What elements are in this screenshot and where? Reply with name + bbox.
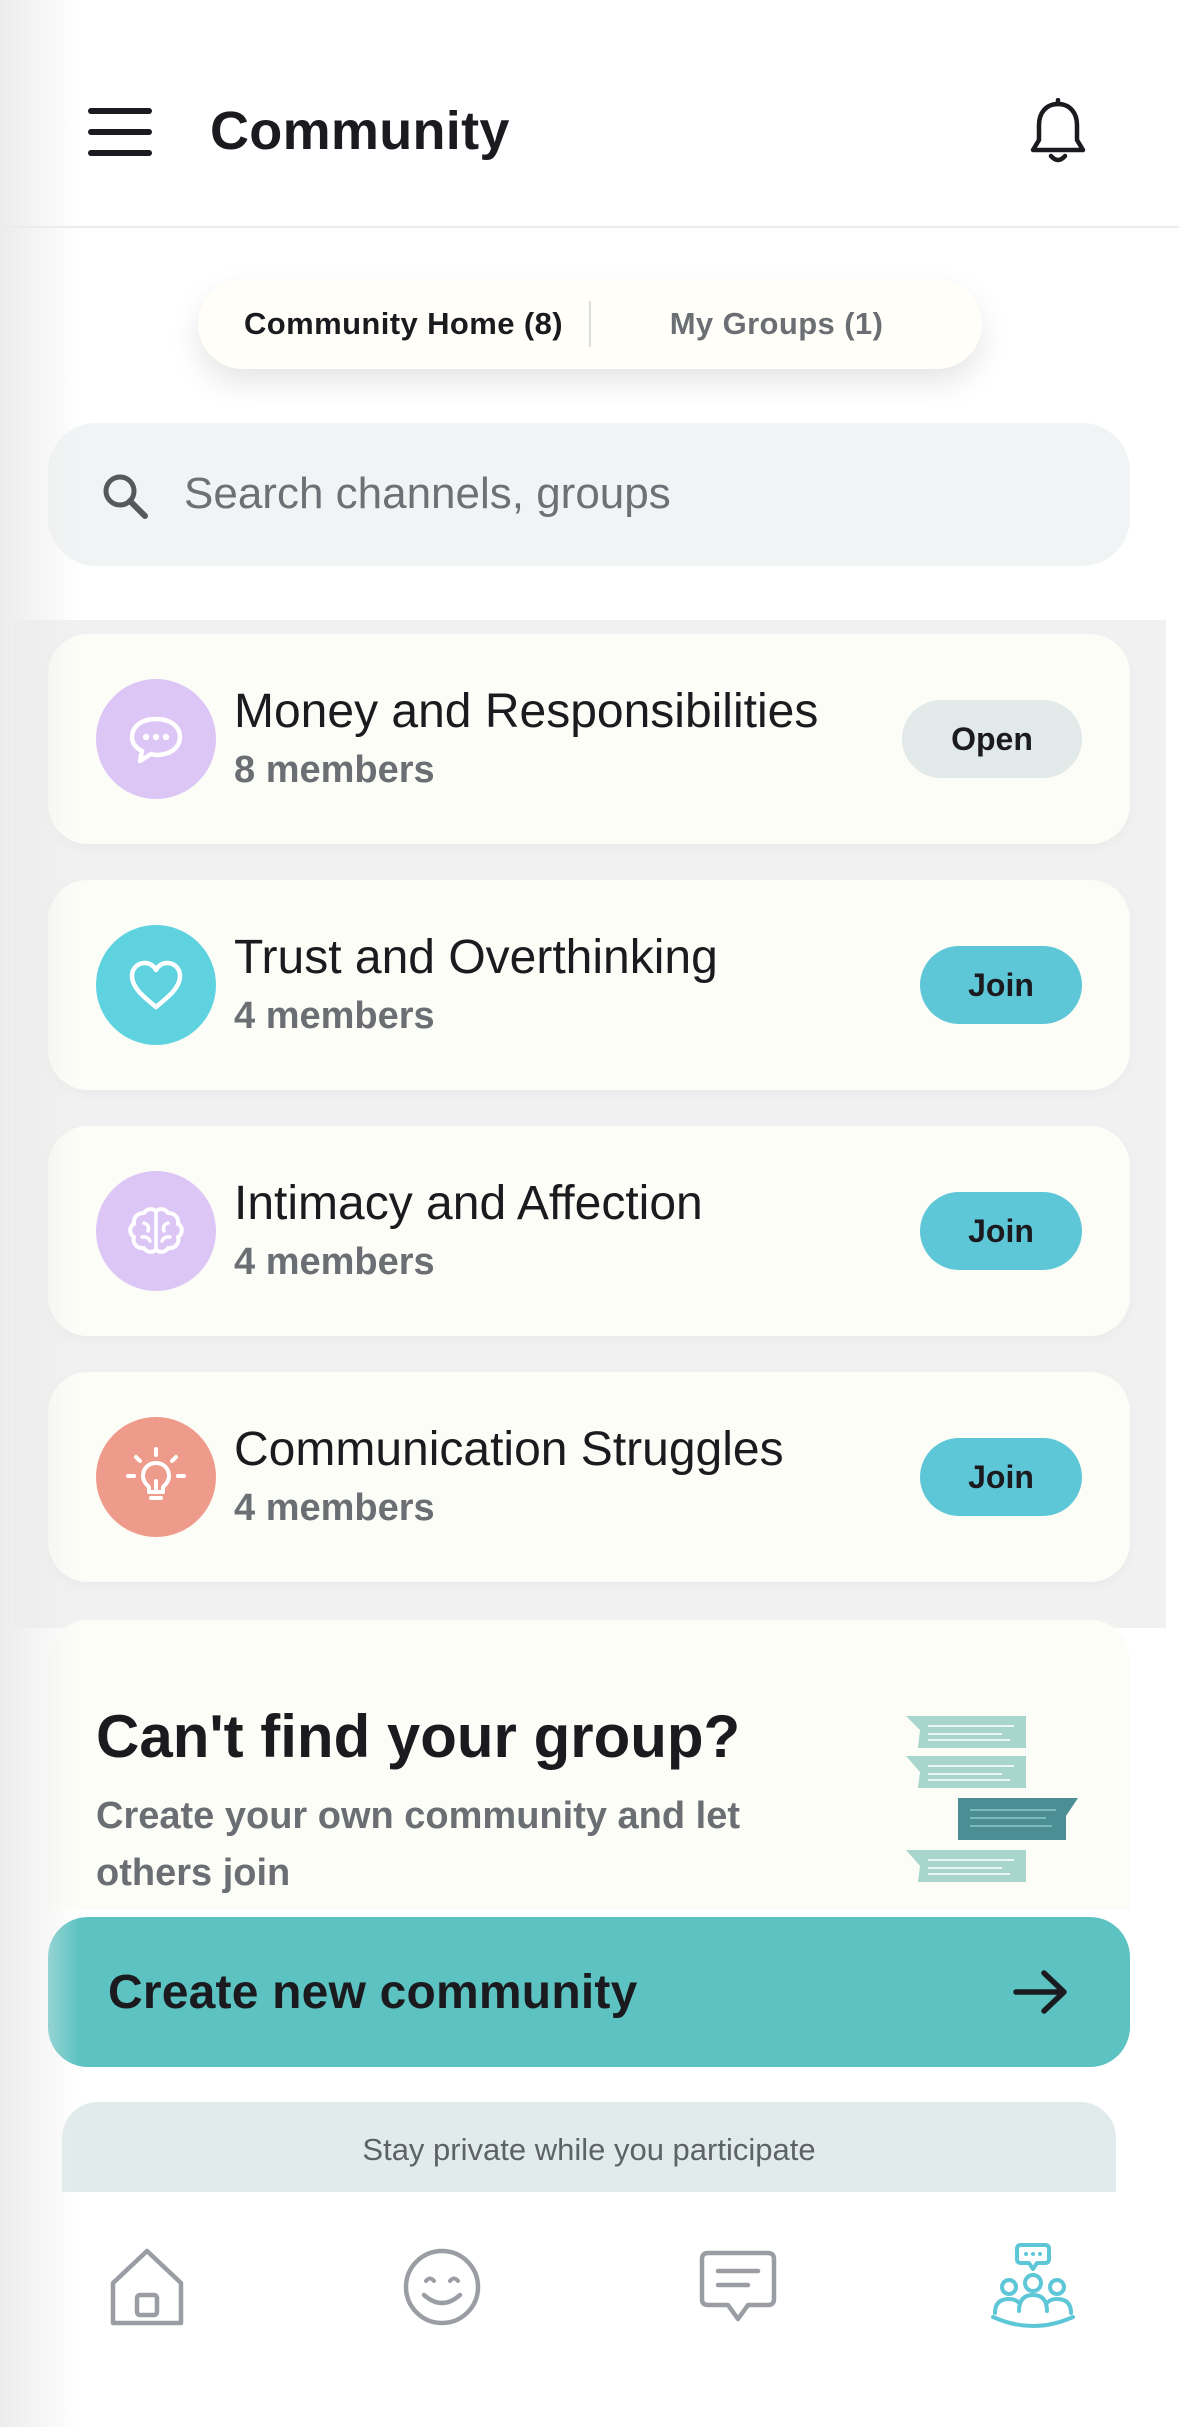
group-name: Trust and Overthinking bbox=[234, 931, 718, 984]
group-name: Intimacy and Affection bbox=[234, 1177, 703, 1230]
create-community-promo: Can't find your group? Create your own c… bbox=[48, 1620, 1130, 1910]
nav-messages[interactable] bbox=[683, 2232, 793, 2342]
community-icon bbox=[991, 2243, 1075, 2328]
community-screen: Community Community Home (8) My Groups (… bbox=[0, 0, 1179, 2427]
app-header: Community bbox=[0, 0, 1179, 228]
create-community-label: Create new community bbox=[108, 1965, 638, 2019]
group-card-intimacy[interactable]: Intimacy and Affection 4 members Join bbox=[48, 1126, 1130, 1336]
group-members: 4 members bbox=[234, 995, 435, 1037]
nav-mood[interactable] bbox=[387, 2232, 497, 2342]
message-icon bbox=[699, 2250, 777, 2322]
group-name: Money and Responsibilities bbox=[234, 685, 819, 738]
bottom-nav bbox=[0, 2192, 1179, 2427]
hamburger-menu-icon[interactable] bbox=[88, 108, 152, 156]
open-button[interactable]: Open bbox=[902, 700, 1082, 778]
join-button[interactable]: Join bbox=[920, 946, 1082, 1024]
group-card-money[interactable]: Money and Responsibilities 8 members Ope… bbox=[48, 634, 1130, 844]
group-card-trust[interactable]: Trust and Overthinking 4 members Join bbox=[48, 880, 1130, 1090]
privacy-note: Stay private while you participate bbox=[62, 2102, 1116, 2192]
bell-icon[interactable] bbox=[1026, 97, 1090, 168]
search-bar bbox=[48, 423, 1130, 566]
nav-home[interactable] bbox=[92, 2232, 202, 2342]
group-members: 4 members bbox=[234, 1487, 435, 1529]
brain-icon bbox=[96, 1171, 216, 1291]
lightbulb-icon bbox=[96, 1417, 216, 1537]
group-card-communication[interactable]: Communication Struggles 4 members Join bbox=[48, 1372, 1130, 1582]
create-community-button[interactable]: Create new community bbox=[48, 1917, 1130, 2067]
nav-community[interactable] bbox=[978, 2232, 1088, 2342]
group-name: Communication Struggles bbox=[234, 1423, 784, 1476]
join-button[interactable]: Join bbox=[920, 1192, 1082, 1270]
tab-community-home[interactable]: Community Home (8) bbox=[198, 306, 589, 342]
chat-bubble-icon bbox=[96, 679, 216, 799]
tab-my-groups[interactable]: My Groups (1) bbox=[591, 306, 982, 342]
page-title: Community bbox=[210, 101, 510, 161]
group-members: 4 members bbox=[234, 1241, 435, 1283]
promo-text: Create your own community and let others… bbox=[96, 1795, 740, 1894]
promo-title: Can't find your group? bbox=[96, 1703, 741, 1770]
search-input[interactable] bbox=[184, 459, 1064, 529]
chat-bubbles-illustration bbox=[906, 1716, 1078, 1882]
group-members: 8 members bbox=[234, 749, 435, 791]
heart-icon bbox=[96, 925, 216, 1045]
segmented-tabs: Community Home (8) My Groups (1) bbox=[198, 279, 982, 369]
search-icon bbox=[103, 474, 148, 519]
arrow-right-icon bbox=[1013, 1970, 1067, 2014]
smiley-icon bbox=[403, 2248, 481, 2326]
join-button[interactable]: Join bbox=[920, 1438, 1082, 1516]
home-icon bbox=[110, 2248, 184, 2326]
